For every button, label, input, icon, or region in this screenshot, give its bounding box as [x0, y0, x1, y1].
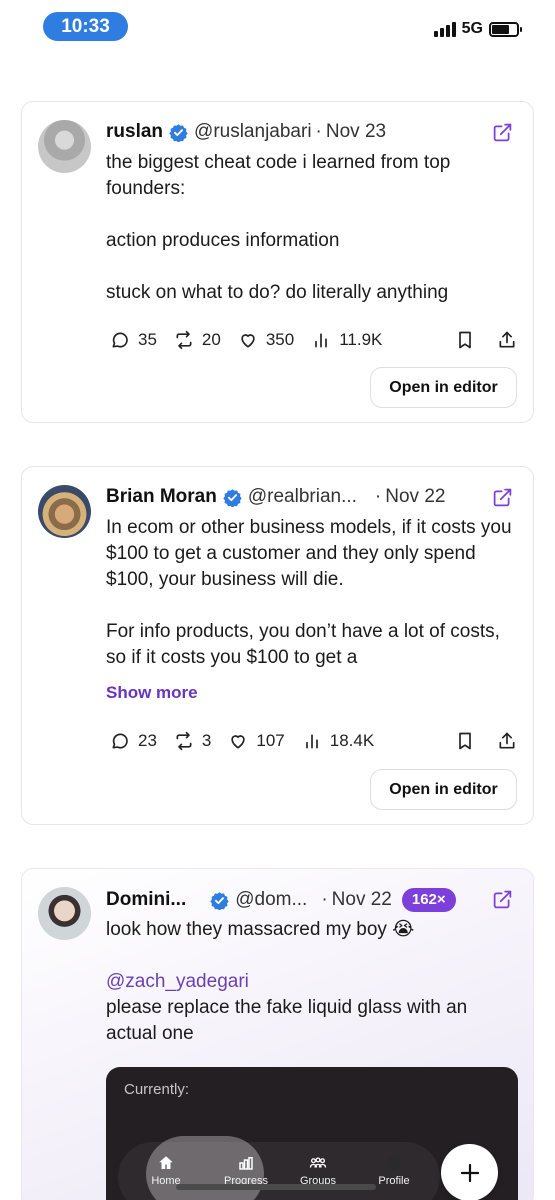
reply-count: 35	[138, 330, 157, 349]
embed-label: Currently:	[124, 1081, 190, 1098]
battery-icon	[489, 21, 522, 37]
home-indicator	[176, 1184, 376, 1190]
post-text-line: In ecom or other business models, if it …	[106, 517, 512, 590]
bottom-tab-bar: Home Progress Groups Profile	[118, 1136, 440, 1200]
avatar[interactable]	[38, 120, 91, 173]
view-count: 18.4K	[329, 731, 375, 750]
plus-icon	[460, 1163, 479, 1182]
post-body: look how they massacred my boy 😭 @zach_y…	[106, 917, 516, 1047]
post-body: In ecom or other business models, if it …	[106, 515, 516, 671]
views-action[interactable]: 18.4K	[302, 731, 374, 751]
views-action[interactable]: 11.9K	[311, 330, 382, 350]
mention-link[interactable]: @zach_yadegari	[106, 969, 516, 995]
verified-icon	[210, 891, 229, 910]
repost-count: 20	[201, 330, 221, 349]
post-header: ruslan @ruslanjabari · Nov 23	[106, 121, 386, 143]
avatar[interactable]	[38, 485, 91, 538]
post-actions: 35 20 350 11.9K	[110, 330, 517, 350]
like-count: 350	[265, 330, 295, 349]
signal-icon	[433, 21, 456, 37]
groups-icon	[309, 1157, 327, 1168]
external-link-icon[interactable]	[492, 889, 513, 910]
repost-icon	[176, 731, 192, 751]
status-indicators: 5G	[433, 20, 522, 38]
post-text-line: please replace the fake liquid glass wit…	[106, 997, 468, 1044]
bookmark-icon[interactable]	[455, 330, 475, 350]
author-handle[interactable]: @realbrian...	[248, 486, 357, 508]
view-count: 11.9K	[339, 330, 383, 349]
tab-label: Profile	[378, 1175, 410, 1187]
separator: ·	[374, 486, 382, 507]
post-card[interactable]: ruslan @ruslanjabari · Nov 23 the bigges…	[21, 101, 534, 423]
post-card[interactable]: Brian Moran @realbrian... · Nov 22 In ec…	[21, 466, 534, 825]
author-name[interactable]: Domini...	[106, 889, 186, 911]
open-in-editor-button[interactable]: Open in editor	[370, 367, 517, 408]
post-header: Domini... @dom... · Nov 22 162×	[106, 888, 456, 912]
tab-profile[interactable]: Profile	[354, 1154, 434, 1187]
like-action[interactable]: 107	[228, 731, 285, 751]
post-date: Nov 23	[325, 121, 387, 142]
multiplier-badge: 162×	[401, 888, 456, 912]
post-text-line: look how they massacred my boy 😭	[106, 919, 415, 940]
like-count: 107	[256, 731, 285, 750]
verified-icon	[223, 488, 242, 507]
views-icon	[315, 333, 328, 348]
status-bar: 10:33 5G	[0, 0, 555, 54]
create-post-button[interactable]	[441, 1144, 498, 1200]
profile-icon	[387, 1156, 401, 1170]
heart-icon	[241, 334, 255, 348]
separator: ·	[315, 121, 322, 142]
external-link-icon[interactable]	[492, 487, 513, 508]
repost-icon	[176, 330, 192, 350]
post-text-line: stuck on what to do? do literally anythi…	[106, 282, 449, 303]
like-action[interactable]: 350	[238, 330, 294, 350]
open-in-editor-button[interactable]: Open in editor	[370, 769, 517, 810]
post-text-line: the biggest cheat code i learned from to…	[106, 152, 451, 199]
network-label: 5G	[461, 20, 483, 37]
repost-count: 3	[201, 731, 212, 750]
post-text-line: For info products, you don’t have a lot …	[106, 621, 500, 668]
author-name[interactable]: Brian Moran	[106, 486, 217, 508]
post-actions: 23 3 107 18.4K	[110, 731, 517, 751]
heart-icon	[231, 735, 246, 749]
reply-icon	[112, 332, 128, 348]
verified-icon	[169, 123, 188, 142]
progress-icon	[239, 1157, 253, 1170]
author-handle[interactable]: @dom...	[235, 889, 307, 911]
reply-action[interactable]: 35	[110, 330, 157, 350]
reply-icon	[112, 733, 128, 749]
repost-action[interactable]: 20	[174, 330, 221, 350]
tab-groups[interactable]: Groups	[278, 1154, 358, 1187]
tab-progress[interactable]: Progress	[206, 1154, 286, 1187]
external-link-icon[interactable]	[492, 122, 513, 143]
post-text-line: action produces information	[106, 230, 340, 251]
post-date: Nov 22	[385, 486, 446, 507]
reply-count: 23	[138, 731, 157, 750]
bookmark-icon[interactable]	[455, 731, 475, 751]
show-more-link[interactable]: Show more	[106, 683, 198, 703]
separator: ·	[321, 889, 328, 910]
share-icon[interactable]	[497, 731, 517, 751]
post-header: Brian Moran @realbrian... · Nov 22	[106, 486, 445, 508]
repost-action[interactable]: 3	[174, 731, 211, 751]
tab-home[interactable]: Home	[126, 1154, 206, 1187]
post-body: the biggest cheat code i learned from to…	[106, 150, 516, 306]
views-icon	[305, 734, 318, 749]
author-name[interactable]: ruslan	[106, 121, 163, 143]
avatar[interactable]	[38, 887, 91, 940]
post-date: Nov 22	[331, 889, 392, 910]
reply-action[interactable]: 23	[110, 731, 157, 751]
author-handle[interactable]: @ruslanjabari	[194, 121, 312, 143]
status-time: 10:33	[43, 12, 128, 41]
home-icon	[159, 1156, 173, 1169]
share-icon[interactable]	[497, 330, 517, 350]
